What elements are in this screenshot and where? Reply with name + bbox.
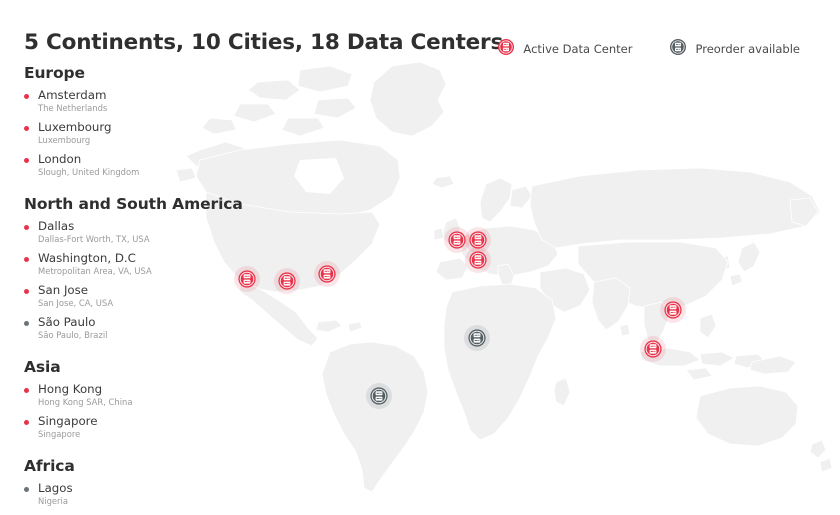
map-marker-singapore[interactable] — [640, 336, 666, 366]
server-rack-icon — [498, 39, 515, 59]
city-location: São Paulo, Brazil — [38, 330, 108, 340]
list-item[interactable]: San Jose San Jose, CA, USA — [24, 284, 239, 309]
region-list: Europe Amsterdam The Netherlands Luxembo… — [24, 64, 243, 514]
region-block-asia: Asia Hong Kong Hong Kong SAR, China Sing… — [24, 358, 239, 440]
list-item[interactable]: Washington, D.C Metropolitan Area, VA, U… — [24, 252, 239, 277]
map-marker-s-o-paulo[interactable] — [366, 383, 392, 413]
city-location: Dallas-Fort Worth, TX, USA — [38, 234, 150, 244]
server-rack-icon — [314, 261, 340, 287]
legend-item-preorder: Preorder available — [670, 39, 800, 59]
status-bullet-icon — [24, 289, 29, 294]
city-location: Hong Kong SAR, China — [38, 397, 133, 407]
server-rack-icon — [670, 39, 687, 59]
status-bullet-icon — [24, 388, 29, 393]
server-rack-icon — [274, 268, 300, 294]
city-location: Slough, United Kingdom — [38, 167, 140, 177]
city-location: Luxembourg — [38, 135, 91, 145]
city-location: Metropolitan Area, VA, USA — [38, 266, 152, 276]
city-location: San Jose, CA, USA — [38, 298, 114, 308]
region-block-africa: Africa Lagos Nigeria — [24, 457, 239, 507]
status-bullet-icon — [24, 158, 29, 163]
legend-label-active: Active Data Center — [523, 42, 633, 56]
city-name: São Paulo — [38, 315, 96, 329]
list-item[interactable]: Hong Kong Hong Kong SAR, China — [24, 383, 239, 408]
city-name: Luxembourg — [38, 120, 112, 134]
city-location: The Netherlands — [38, 103, 108, 113]
city-name: Singapore — [38, 414, 98, 428]
map-marker-luxembourg[interactable] — [465, 247, 491, 277]
city-location: Singapore — [38, 429, 81, 439]
status-bullet-icon — [24, 94, 29, 99]
status-bullet-icon — [24, 126, 29, 131]
map-marker-dallas[interactable] — [274, 268, 300, 298]
map-marker-washington-d-c[interactable] — [314, 261, 340, 291]
list-item[interactable]: London Slough, United Kingdom — [24, 153, 239, 178]
region-title: Africa — [24, 457, 75, 475]
server-rack-icon — [640, 336, 666, 362]
list-item[interactable]: Luxembourg Luxembourg — [24, 121, 239, 146]
status-bullet-icon — [24, 257, 29, 262]
city-name: London — [38, 152, 82, 166]
city-name: Amsterdam — [38, 88, 107, 102]
list-item[interactable]: Dallas Dallas-Fort Worth, TX, USA — [24, 220, 239, 245]
status-bullet-icon — [24, 321, 29, 326]
legend: Active Data Center Preorder available — [498, 39, 800, 59]
city-name: San Jose — [38, 283, 89, 297]
region-title: Europe — [24, 64, 85, 82]
list-item[interactable]: Singapore Singapore — [24, 415, 239, 440]
server-rack-icon — [660, 297, 686, 323]
legend-item-active: Active Data Center — [498, 39, 632, 59]
list-item[interactable]: São Paulo São Paulo, Brazil — [24, 316, 239, 341]
region-block-europe: Europe Amsterdam The Netherlands Luxembo… — [24, 64, 239, 178]
server-rack-icon — [464, 325, 490, 351]
server-rack-icon — [366, 383, 392, 409]
status-bullet-icon — [24, 225, 29, 230]
status-bullet-icon — [24, 420, 29, 425]
map-marker-lagos[interactable] — [464, 325, 490, 355]
city-name: Lagos — [38, 481, 73, 495]
page-title: 5 Continents, 10 Cities, 18 Data Centers — [24, 30, 504, 55]
region-title: Asia — [24, 358, 61, 376]
map-marker-hong-kong[interactable] — [660, 297, 686, 327]
city-location: Nigeria — [38, 496, 68, 506]
city-name: Washington, D.C — [38, 251, 136, 265]
city-name: Hong Kong — [38, 382, 103, 396]
region-block-americas: North and South America Dallas Dallas-Fo… — [24, 195, 243, 341]
list-item[interactable]: Lagos Nigeria — [24, 482, 239, 507]
region-title: North and South America — [24, 195, 243, 213]
status-bullet-icon — [24, 487, 29, 492]
city-name: Dallas — [38, 219, 75, 233]
server-rack-icon — [465, 247, 491, 273]
legend-label-preorder: Preorder available — [695, 42, 800, 56]
list-item[interactable]: Amsterdam The Netherlands — [24, 89, 239, 114]
